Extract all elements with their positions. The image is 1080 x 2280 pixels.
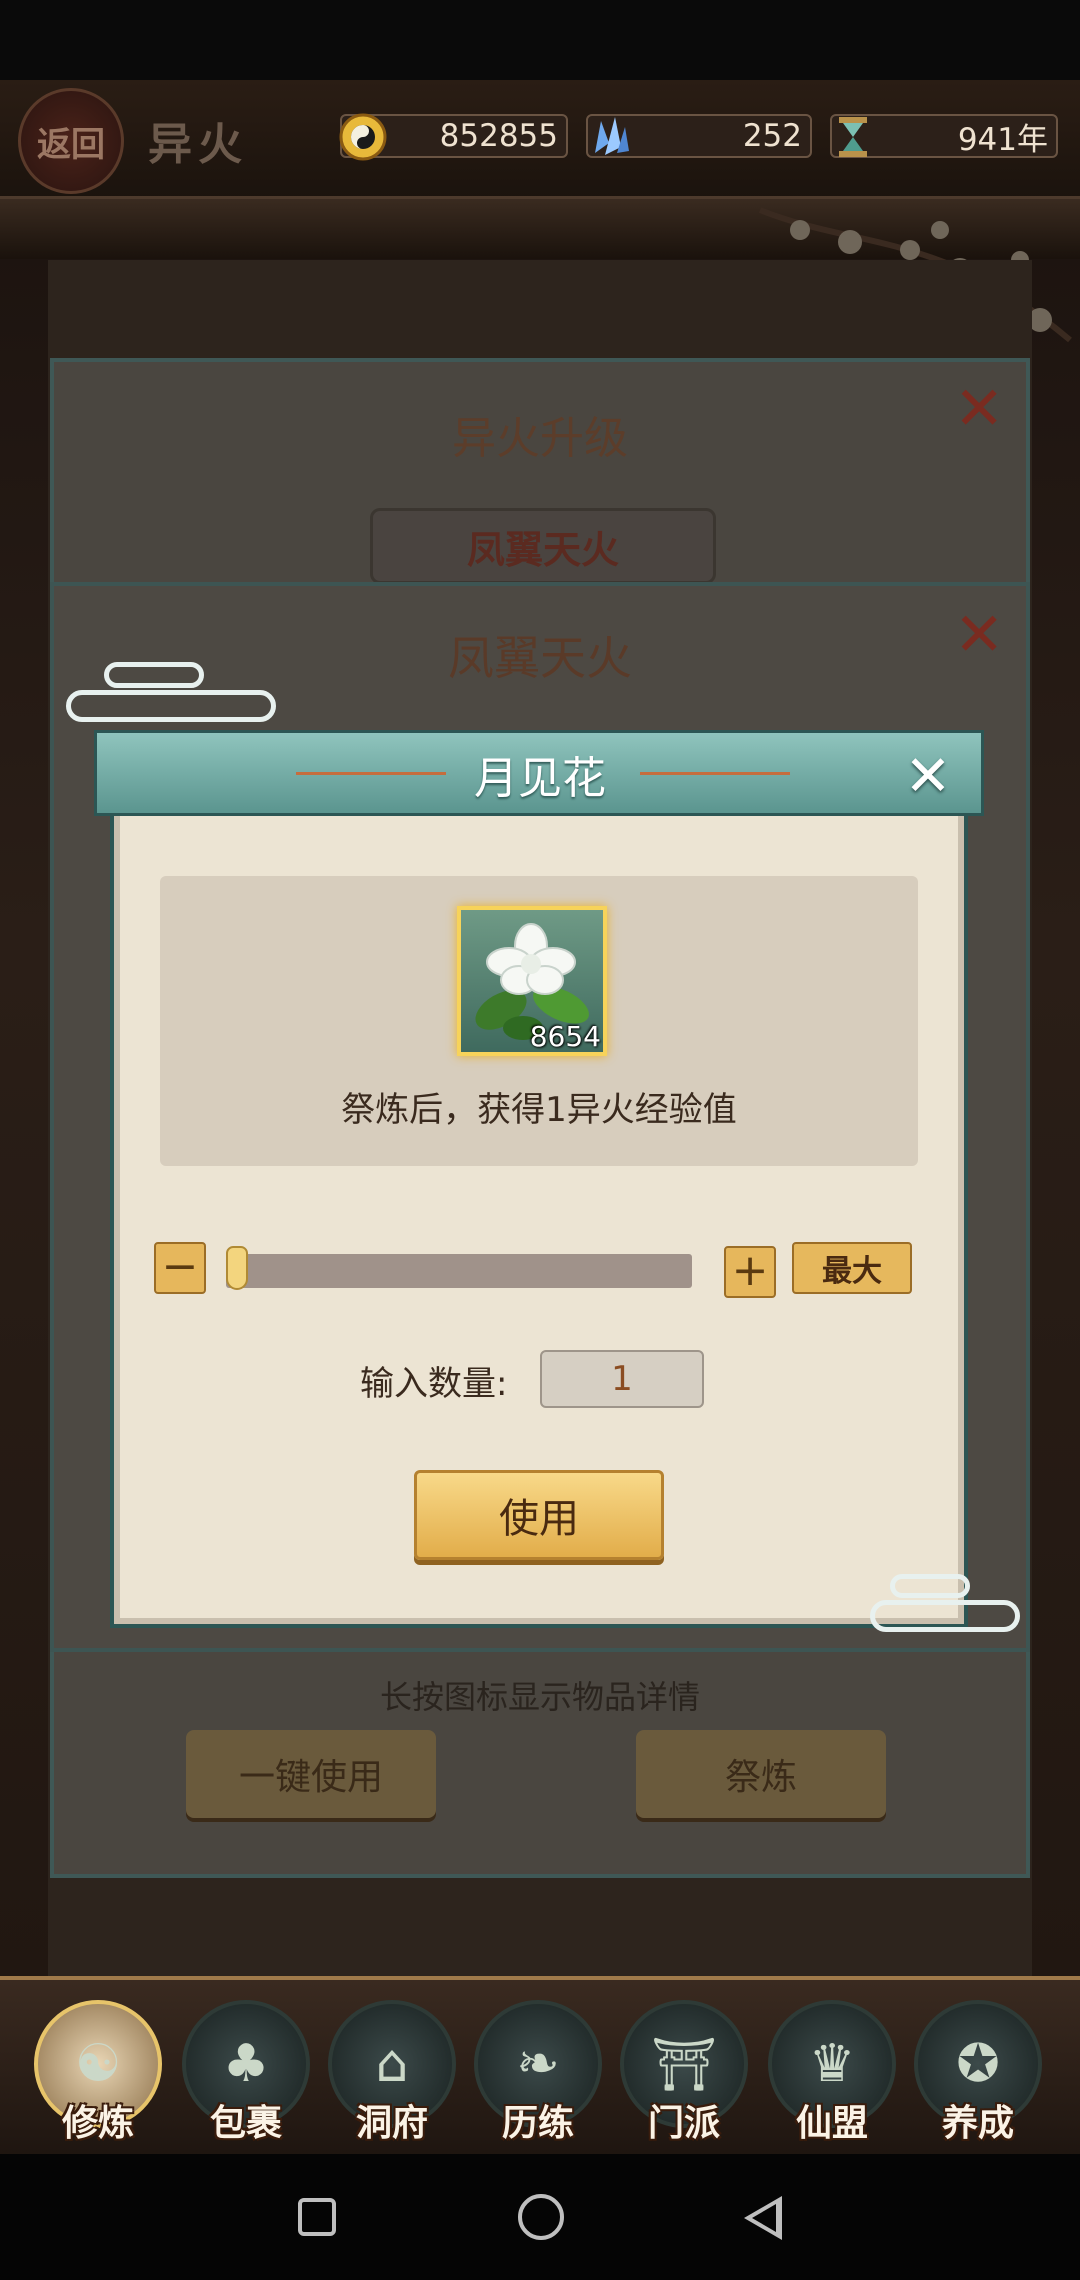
upgrade-panel-title: 异火升级	[452, 413, 628, 464]
pentagram-icon: ✪	[956, 2034, 1000, 2094]
max-button[interactable]: 最大	[792, 1242, 912, 1294]
coin-counter[interactable]: 852855	[339, 113, 568, 161]
lifespan-counter[interactable]: 941年	[830, 114, 1058, 158]
nav-label-cave: 洞府	[355, 2102, 428, 2144]
cloud-decoration-right	[870, 1600, 1020, 1632]
quantity-slider-handle[interactable]	[226, 1246, 248, 1290]
back-button[interactable]: 返回	[18, 88, 124, 194]
nav-label-bag: 包裹	[209, 2102, 282, 2144]
fire-name-tag: 凤翼天火	[370, 508, 716, 584]
crystal-value: 252	[742, 118, 802, 154]
item-quantity: 8654	[529, 1020, 601, 1053]
yin-yang-coin-icon	[336, 110, 390, 164]
page-title: 异火	[148, 119, 248, 170]
item-effect-description: 祭炼后，获得1异火经验值	[341, 1090, 737, 1130]
one-click-use-button[interactable]: 一键使用	[186, 1730, 436, 1818]
alliance-icon: ♛	[808, 2034, 856, 2094]
decrease-button[interactable]: −	[154, 1242, 206, 1294]
nav-label-trial: 历练	[501, 2102, 574, 2144]
home-icon[interactable]	[518, 2194, 564, 2240]
back-icon-inner	[752, 2204, 776, 2232]
close-icon[interactable]: ✕	[898, 744, 958, 809]
scroll-icon: ❧	[516, 2034, 560, 2094]
nav-label-cultivate: 修炼	[61, 2102, 134, 2144]
nav-label-develop: 养成	[941, 2102, 1014, 2144]
fire-panel-close-icon[interactable]: ✕	[954, 600, 1004, 670]
crystal-icon	[582, 110, 636, 164]
recent-apps-icon[interactable]	[298, 2198, 336, 2236]
use-button[interactable]: 使用	[414, 1470, 664, 1560]
sect-gate-icon: ⛩	[650, 2034, 717, 2095]
cultivator-avatar-icon: ☯	[74, 2034, 122, 2094]
quantity-slider-track[interactable]	[226, 1254, 692, 1288]
upgrade-panel-close-icon[interactable]: ✕	[954, 374, 1004, 444]
quantity-input[interactable]: 1	[540, 1350, 704, 1408]
status-bar	[0, 0, 1080, 80]
quantity-label: 输入数量:	[360, 1364, 508, 1404]
increase-button[interactable]: +	[724, 1246, 776, 1298]
bag-icon: ♣	[222, 2034, 270, 2094]
hourglass-icon	[826, 110, 880, 164]
coin-value: 852855	[439, 118, 558, 154]
long-press-hint: 长按图标显示物品详情	[379, 1678, 700, 1716]
nav-label-alliance: 仙盟	[795, 2102, 868, 2144]
nav-label-sect: 门派	[647, 2102, 720, 2144]
lifespan-value: 941年	[957, 121, 1048, 158]
cloud-decoration-left-small	[104, 662, 204, 688]
cave-mansion-icon: ⌂	[375, 2034, 409, 2094]
cloud-decoration-right-small	[890, 1574, 970, 1598]
crystal-counter[interactable]: 252	[586, 114, 812, 158]
refine-button[interactable]: 祭炼	[636, 1730, 886, 1818]
cloud-decoration-left	[66, 690, 276, 722]
